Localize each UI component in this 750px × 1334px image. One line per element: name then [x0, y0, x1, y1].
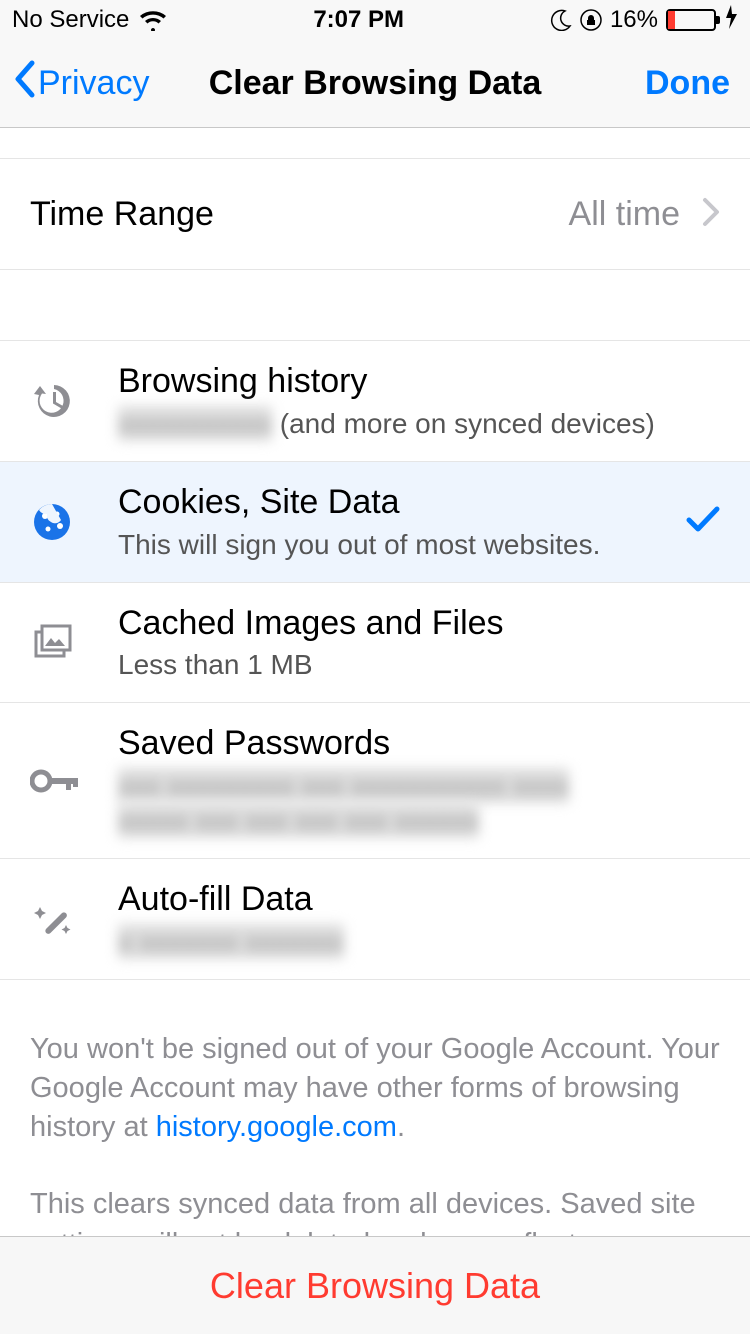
row-sub: xxx xxxxxxxxx xxx xxxxxxxxxxx xxxx xxxxx…: [118, 768, 720, 838]
battery-icon: [666, 9, 716, 31]
row-title: Browsing history: [118, 361, 720, 402]
status-right: 16%: [550, 5, 738, 36]
orientation-lock-icon: [580, 9, 602, 31]
clear-browsing-data-button[interactable]: Clear Browsing Data: [210, 1265, 540, 1307]
nav-bar: Privacy Clear Browsing Data Done: [0, 40, 750, 128]
history-icon: [30, 379, 90, 423]
back-button[interactable]: Privacy: [12, 59, 149, 108]
charging-icon: [724, 5, 738, 36]
row-cache[interactable]: Cached Images and Files Less than 1 MB: [0, 583, 750, 704]
row-sub: Less than 1 MB: [118, 647, 720, 682]
time-range-label: Time Range: [30, 195, 214, 234]
redacted-text: xxxxxxxxxxx: [118, 406, 272, 441]
row-cookies[interactable]: Cookies, Site Data This will sign you ou…: [0, 462, 750, 583]
row-title: Auto-fill Data: [118, 879, 720, 920]
row-title: Cookies, Site Data: [118, 482, 674, 523]
chevron-left-icon: [12, 59, 38, 108]
moon-icon: [550, 9, 572, 31]
row-sub: This will sign you out of most websites.: [118, 527, 674, 562]
battery-pct: 16%: [610, 6, 658, 34]
content: Time Range All time Browsing history xxx…: [0, 128, 750, 1303]
status-time: 7:07 PM: [313, 6, 404, 34]
status-bar: No Service 7:07 PM 16%: [0, 0, 750, 40]
redacted-text: xxxxx xxx xxx xxx xxx xxxxxx: [118, 803, 479, 838]
key-icon: [30, 766, 90, 796]
row-sub: xxxxxxxxxxx (and more on synced devices): [118, 406, 720, 441]
time-range-row[interactable]: Time Range All time: [0, 158, 750, 270]
row-passwords[interactable]: Saved Passwords xxx xxxxxxxxx xxx xxxxxx…: [0, 703, 750, 859]
carrier-text: No Service: [12, 6, 129, 34]
redacted-text: xxx xxxxxxxxx xxx xxxxxxxxxxx xxxx: [118, 768, 569, 803]
done-button[interactable]: Done: [645, 64, 730, 103]
bottom-bar: Clear Browsing Data: [0, 1236, 750, 1334]
row-sub: x xxxxxxx xxxxxxx: [118, 924, 720, 959]
images-icon: [30, 620, 90, 664]
chevron-right-icon: [702, 197, 720, 232]
history-link[interactable]: history.google.com: [156, 1111, 397, 1143]
wifi-icon: [139, 9, 167, 31]
row-title: Cached Images and Files: [118, 603, 720, 644]
row-autofill[interactable]: Auto-fill Data x xxxxxxx xxxxxxx: [0, 859, 750, 980]
time-range-value: All time: [569, 195, 680, 234]
checkmark-icon: [686, 505, 720, 538]
redacted-text: x xxxxxxx xxxxxxx: [118, 924, 344, 959]
cookie-icon: [30, 500, 90, 544]
back-label: Privacy: [38, 64, 149, 103]
row-title: Saved Passwords: [118, 723, 720, 764]
status-left: No Service: [12, 6, 167, 34]
wand-icon: [30, 897, 90, 941]
row-browsing-history[interactable]: Browsing history xxxxxxxxxxx (and more o…: [0, 340, 750, 462]
